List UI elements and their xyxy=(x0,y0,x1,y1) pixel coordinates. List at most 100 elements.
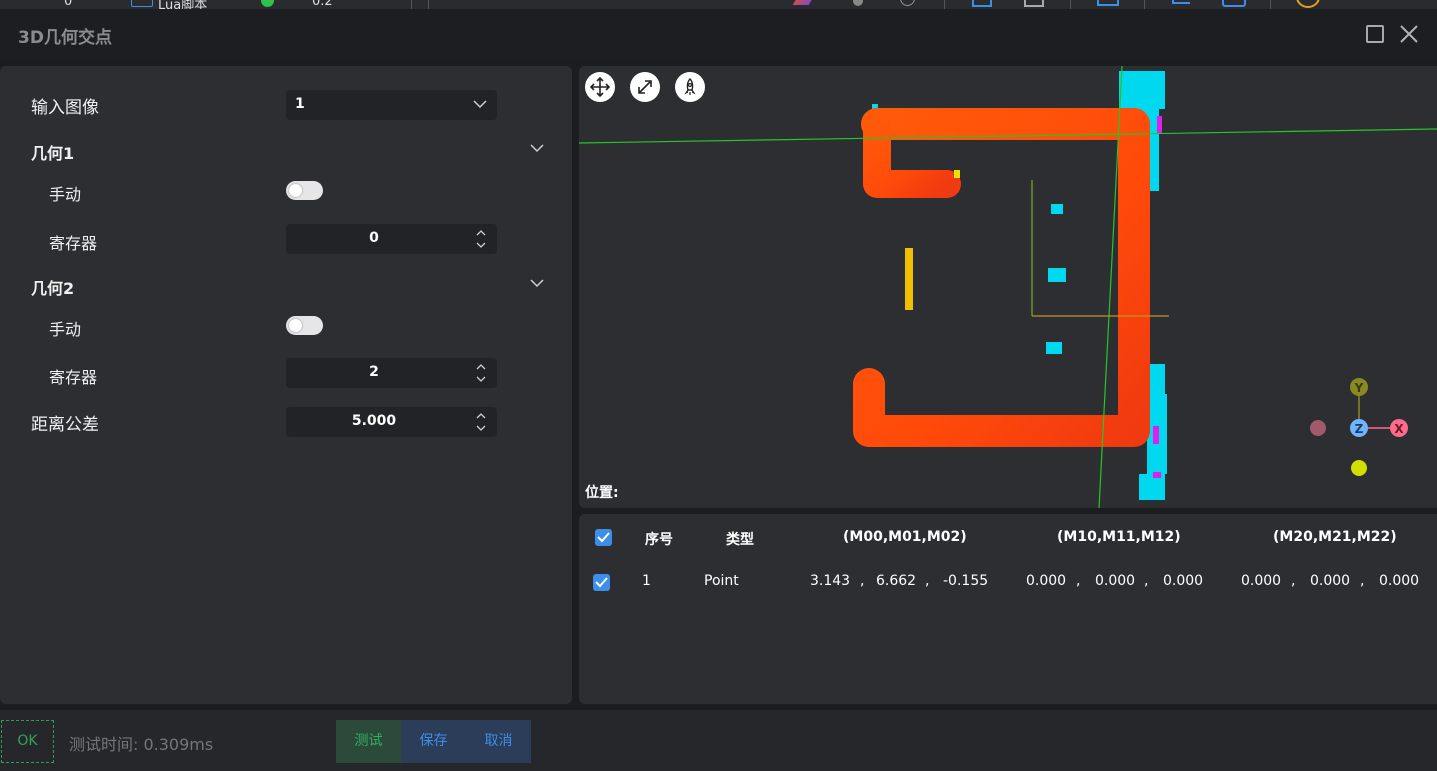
select-all-checkbox[interactable] xyxy=(595,529,612,546)
axis-gizmo[interactable]: Y Z X xyxy=(1310,378,1408,476)
status-badge: OK xyxy=(1,720,54,763)
cell-separator: , xyxy=(1144,573,1149,589)
background-app-strip: 0 Lua脚本 0.2 xyxy=(0,0,1437,9)
cell-m00: 3.143 xyxy=(810,573,851,589)
geometry2-manual-toggle[interactable] xyxy=(286,316,323,335)
test-time-label: 测试时间: 0.309ms xyxy=(69,735,214,754)
fit-view-button[interactable] xyxy=(630,72,660,102)
spin-arrows-icon[interactable] xyxy=(475,411,487,433)
cell-separator: , xyxy=(925,573,930,589)
geometry2-register-spinbox[interactable]: 2 xyxy=(286,358,497,388)
neg-y-axis-handle-icon xyxy=(1351,460,1367,476)
spin-arrows-icon[interactable] xyxy=(475,228,487,250)
cell-m01: 6.662 xyxy=(876,573,917,589)
camera-icon xyxy=(1222,0,1246,7)
divider xyxy=(428,0,429,9)
save-button[interactable]: 保存 xyxy=(401,720,466,763)
row-checkbox[interactable] xyxy=(593,574,610,591)
launch-button[interactable] xyxy=(675,72,705,102)
background-text-c: 0.2 xyxy=(312,0,333,9)
geometry2-register-value: 2 xyxy=(369,364,379,380)
divider xyxy=(944,0,945,9)
footer-bar: OK 测试时间: 0.309ms 测试 保存 取消 xyxy=(0,710,1437,771)
column-header-row1: (M10,M11,M12) xyxy=(1057,529,1181,545)
divider xyxy=(1270,0,1271,9)
monitor-icon xyxy=(1097,0,1119,6)
results-table: 序号 类型 (M00,M01,M02) (M10,M11,M12) (M20,M… xyxy=(579,514,1437,704)
fit-view-icon xyxy=(638,80,652,94)
geometry2-section-label: 几何2 xyxy=(31,279,75,298)
distance-tolerance-label: 距离公差 xyxy=(31,415,99,435)
circle-icon xyxy=(900,0,915,6)
distance-tolerance-value: 5.000 xyxy=(351,413,397,429)
3d-viewer[interactable]: Y Z X 位置: xyxy=(579,66,1437,508)
input-image-select[interactable]: 1 xyxy=(286,90,497,120)
title-bar: 3D几何交点 xyxy=(0,9,1437,58)
background-text-b: Lua脚本 xyxy=(158,0,208,9)
y-axis-letter: Y xyxy=(1354,381,1364,395)
checkmark-icon xyxy=(597,532,610,543)
column-header-row2: (M20,M21,M22) xyxy=(1273,529,1397,545)
x-axis-letter: X xyxy=(1394,422,1404,436)
cell-separator: , xyxy=(1291,573,1296,589)
cell-m11: 0.000 xyxy=(1095,573,1136,589)
cell-separator: , xyxy=(1076,573,1081,589)
divider xyxy=(1070,0,1071,9)
column-header-type: 类型 xyxy=(726,532,754,548)
divider xyxy=(411,0,412,9)
cell-m21: 0.000 xyxy=(1310,573,1351,589)
check-circle-icon xyxy=(261,0,274,7)
geometry1-manual-label: 手动 xyxy=(49,185,82,204)
test-button[interactable]: 测试 xyxy=(336,720,401,763)
close-button[interactable] xyxy=(1398,23,1420,45)
maximize-button[interactable] xyxy=(1366,25,1384,43)
geometry1-section-label: 几何1 xyxy=(31,144,75,163)
input-image-value: 1 xyxy=(295,96,305,112)
geometry1-register-spinbox[interactable]: 0 xyxy=(286,224,497,254)
cell-m20: 0.000 xyxy=(1241,573,1282,589)
checkmark-icon xyxy=(595,577,608,588)
distance-tolerance-spinbox[interactable]: 5.000 xyxy=(286,407,497,437)
chevron-down-icon[interactable] xyxy=(530,277,544,289)
cell-separator: , xyxy=(1360,573,1365,589)
close-icon xyxy=(1400,25,1418,43)
cell-m22: 0.000 xyxy=(1379,573,1420,589)
cancel-button[interactable]: 取消 xyxy=(466,720,531,763)
point-cloud-canvas[interactable]: Y Z X xyxy=(579,66,1437,508)
geometry1-manual-toggle[interactable] xyxy=(286,181,323,200)
dialog-root: 0 Lua脚本 0.2 3D几何交点 输入图像 1 几何1 手动 寄存器 0 几… xyxy=(0,0,1437,771)
geometry2-register-label: 寄存器 xyxy=(49,368,98,387)
column-header-index: 序号 xyxy=(645,532,673,548)
pan-tool-button[interactable] xyxy=(585,72,615,102)
frame-icon xyxy=(972,0,992,7)
geometry1-register-value: 0 xyxy=(369,230,379,246)
slider-knob-icon xyxy=(853,0,863,6)
neg-x-axis-handle-icon xyxy=(1310,420,1326,436)
input-image-label: 输入图像 xyxy=(31,98,99,118)
cell-index: 1 xyxy=(642,573,651,589)
yellow-points xyxy=(905,248,913,310)
window-title: 3D几何交点 xyxy=(18,28,112,48)
rocket-icon xyxy=(684,78,696,95)
frame-icon xyxy=(1024,0,1044,7)
script-icon xyxy=(131,0,153,7)
divider xyxy=(1144,0,1145,9)
move-icon xyxy=(590,77,610,97)
yellow-points xyxy=(954,170,960,178)
spin-arrows-icon[interactable] xyxy=(475,362,487,384)
grid-icon xyxy=(1172,0,1190,4)
geometry2-manual-label: 手动 xyxy=(49,320,82,339)
parameter-panel: 输入图像 1 几何1 手动 寄存器 0 几何2 手动 寄存器 2 距离公差 5.… xyxy=(0,66,572,704)
clock-icon xyxy=(1296,0,1320,8)
cell-separator: , xyxy=(860,573,865,589)
background-text-a: 0 xyxy=(64,0,73,9)
z-axis-letter: Z xyxy=(1355,422,1364,436)
position-readout: 位置: xyxy=(585,485,619,501)
pen-icon xyxy=(792,0,814,5)
cell-type: Point xyxy=(704,573,739,589)
cell-m12: 0.000 xyxy=(1163,573,1204,589)
cell-m02: -0.155 xyxy=(943,573,989,589)
chevron-down-icon[interactable] xyxy=(530,142,544,154)
chevron-down-icon xyxy=(473,100,487,109)
column-header-row0: (M00,M01,M02) xyxy=(843,529,967,545)
